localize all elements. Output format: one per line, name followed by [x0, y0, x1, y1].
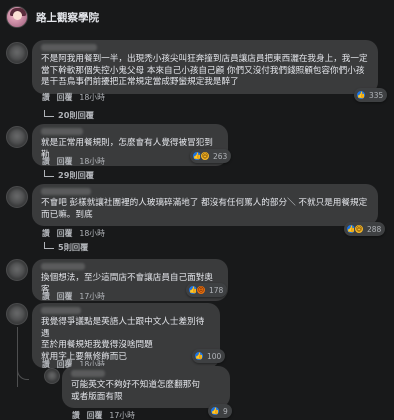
- replies-count: 29則回覆: [58, 170, 94, 180]
- comment-actions: 讚 回覆 18小時: [42, 92, 105, 103]
- reaction-summary[interactable]: 👍 😆 263: [190, 149, 232, 163]
- commenter-name[interactable]: [41, 307, 81, 314]
- comment-bubble: 不是阿我用餐到一半，出現禿小孩尖叫狂奔撞到店員讓店員把東西灑在我身上，我一定當下…: [32, 40, 378, 94]
- angry-icon: 😠: [196, 285, 206, 295]
- like-icon: 👍: [194, 351, 204, 361]
- view-replies-link[interactable]: 20則回覆: [44, 109, 94, 121]
- reaction-count: 263: [213, 151, 228, 161]
- reaction-count: 100: [207, 351, 222, 361]
- haha-icon: 😆: [354, 224, 364, 234]
- comment-actions: 讚 回覆 18小時: [42, 156, 105, 167]
- commenter-name[interactable]: [41, 44, 97, 51]
- comment-bubble: 不會吧 彭樣就讓社團裡的人玻璃碎滿地了 都沒有任何罵人的部分＼ 不就只是用餐規定…: [32, 184, 378, 226]
- reply-arrow-icon: [44, 169, 54, 177]
- comment-text: 不會吧 彭樣就讓社團裡的人玻璃碎滿地了 都沒有任何罵人的部分＼ 不就只是用餐規定…: [41, 198, 368, 220]
- commenter-name[interactable]: [41, 128, 83, 135]
- reaction-count: 178: [209, 285, 224, 295]
- comment-time[interactable]: 17小時: [109, 410, 135, 420]
- comment-bubble: 可能英文不夠好不知道怎麼翻那句 或者版面有限: [62, 366, 230, 408]
- avatar[interactable]: [6, 259, 28, 281]
- reply-button[interactable]: 回覆: [57, 291, 73, 302]
- reaction-summary[interactable]: 👍 😆 288: [344, 222, 386, 236]
- comment-actions: 讚 回覆 17小時: [42, 291, 105, 302]
- like-icon: 👍: [210, 406, 220, 416]
- commenter-name[interactable]: [41, 188, 91, 195]
- haha-icon: 😆: [200, 151, 210, 161]
- reply-arrow-icon: [44, 241, 54, 249]
- like-button[interactable]: 讚: [72, 410, 80, 420]
- comment-text: 不是阿我用餐到一半，出現禿小孩尖叫狂奔撞到店員讓店員把東西灑在我身上，我一定當下…: [41, 54, 368, 87]
- reaction-summary[interactable]: 👍 335: [354, 88, 388, 102]
- view-replies-link[interactable]: 5則回覆: [44, 241, 88, 253]
- comment-text: 我覺得爭議點是英語人士跟中文人士差別待遇 至於用餐規矩我覺得沒啥問題 就用字上要…: [41, 317, 205, 362]
- view-replies-link[interactable]: 29則回覆: [44, 169, 94, 181]
- avatar[interactable]: [6, 303, 28, 325]
- comment-text: 可能英文不夠好不知道怎麼翻那句 或者版面有限: [71, 380, 200, 402]
- like-button[interactable]: 讚: [42, 156, 50, 167]
- avatar[interactable]: [6, 126, 28, 148]
- reaction-count: 335: [369, 90, 384, 100]
- like-button[interactable]: 讚: [42, 291, 50, 302]
- like-button[interactable]: 讚: [42, 228, 50, 239]
- group-avatar[interactable]: [6, 6, 28, 28]
- comment-time[interactable]: 17小時: [79, 291, 105, 302]
- reply-button[interactable]: 回覆: [57, 92, 73, 103]
- reply-button[interactable]: 回覆: [57, 228, 73, 239]
- avatar[interactable]: [6, 186, 28, 208]
- like-button[interactable]: 讚: [42, 92, 50, 103]
- like-icon: 👍: [356, 90, 366, 100]
- thread-connector: [17, 366, 29, 380]
- comment-time[interactable]: 18小時: [79, 92, 105, 103]
- reply-button[interactable]: 回覆: [87, 410, 103, 420]
- reaction-count: 288: [367, 224, 382, 234]
- commenter-name[interactable]: [41, 263, 85, 270]
- reaction-count: 9: [223, 406, 228, 416]
- comment-time[interactable]: 18小時: [79, 156, 105, 167]
- replies-count: 20則回覆: [58, 110, 94, 120]
- reaction-summary[interactable]: 👍 9: [208, 404, 232, 418]
- commenter-name[interactable]: [71, 370, 105, 377]
- avatar[interactable]: [6, 42, 28, 64]
- reaction-summary[interactable]: 👍 😠 178: [186, 283, 228, 297]
- reply-button[interactable]: 回覆: [57, 156, 73, 167]
- reaction-summary[interactable]: 👍 100: [192, 349, 226, 363]
- comment-actions: 讚 回覆 17小時: [72, 410, 135, 420]
- group-header: 路上觀察學院: [0, 0, 394, 34]
- comment-actions: 讚 回覆 18小時: [42, 228, 105, 239]
- group-title[interactable]: 路上觀察學院: [36, 10, 99, 25]
- thread-line: [17, 327, 18, 387]
- avatar[interactable]: [44, 368, 60, 384]
- comment-time[interactable]: 18小時: [79, 228, 105, 239]
- reply-arrow-icon: [44, 109, 54, 117]
- replies-count: 5則回覆: [58, 242, 89, 252]
